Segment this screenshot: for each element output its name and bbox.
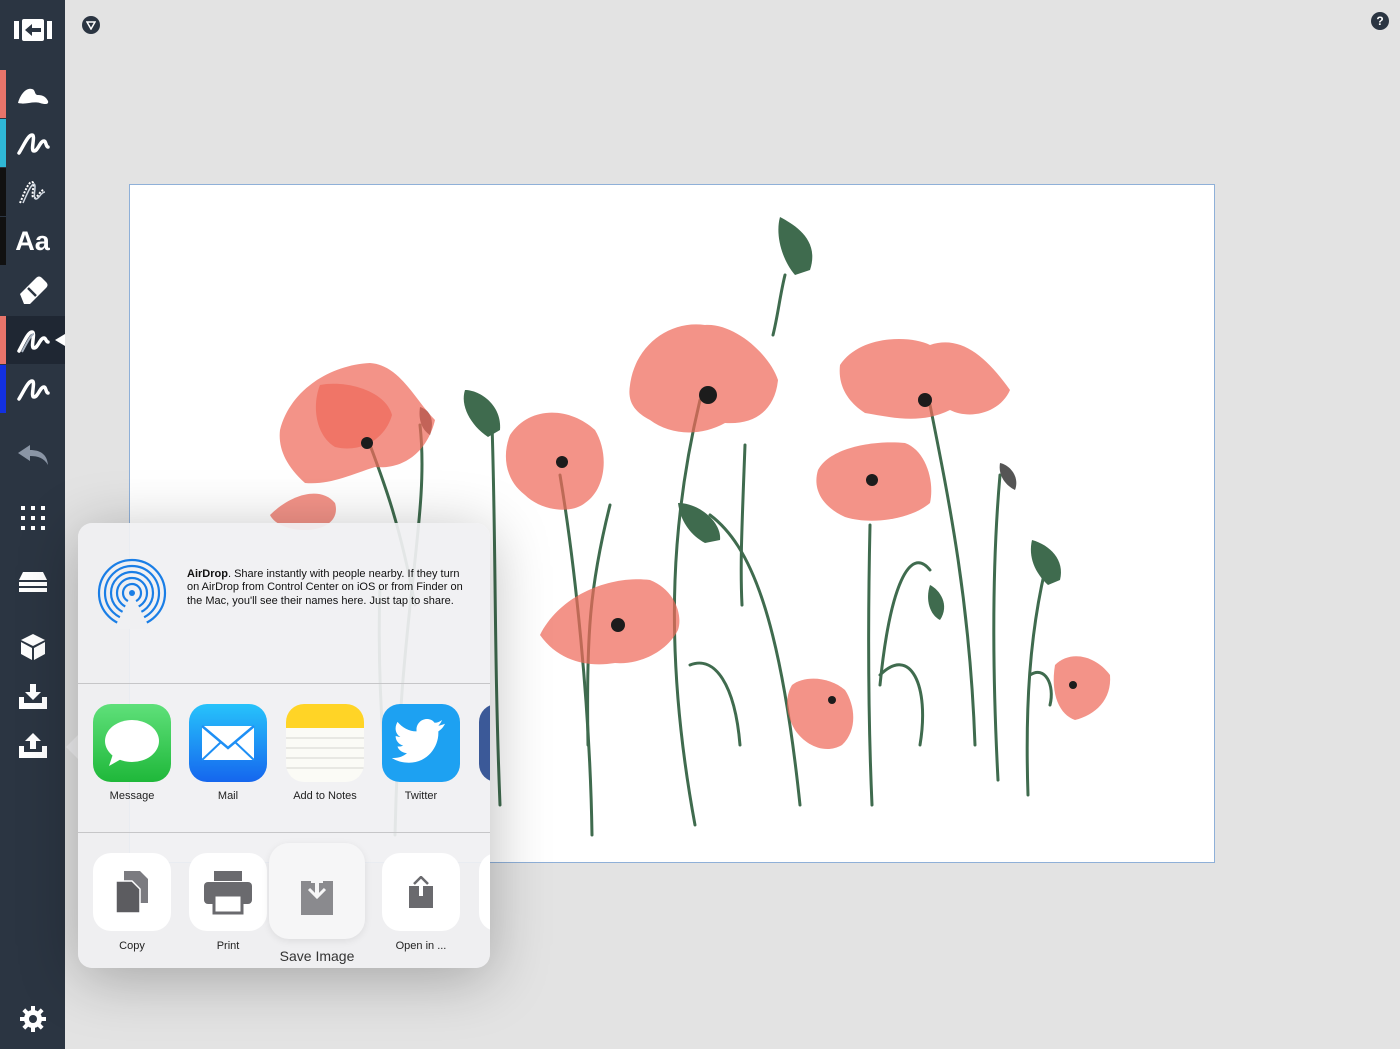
help-button[interactable]: ? [1371,12,1389,30]
layers-icon [18,572,47,592]
share-app-label: Mail [217,790,239,802]
share-app-label: Message [109,790,155,802]
help-icon: ? [1376,14,1384,28]
cube-icon [20,634,45,660]
share-app-label: Add to Notes [293,790,357,802]
import-icon [18,684,47,709]
share-action-label: Copy [119,940,145,952]
pen-tool[interactable] [0,119,65,167]
message-icon [105,720,159,766]
selected-tool-pointer [55,334,65,346]
undo-button[interactable] [0,432,65,480]
open-in-icon [409,876,433,908]
export-icon [18,733,47,758]
exit-icon [13,19,52,41]
notes-icon [286,704,364,769]
share-action-label: Open in ... [395,940,447,952]
twitter-icon [391,719,445,763]
exit-button[interactable] [0,6,65,54]
navigation-toggle[interactable] [82,16,100,34]
share-action-label: Print [216,940,240,952]
settings-button[interactable] [0,995,65,1043]
pen-icon [16,133,50,155]
brush-tool-selected[interactable] [0,316,65,364]
grid-icon [20,506,45,530]
share-action-print[interactable]: Print [189,853,267,952]
print-icon [204,871,252,915]
layers-button[interactable] [0,558,65,606]
airdrop-body: . Share instantly with people nearby. If… [187,568,463,607]
copy-icon [115,871,148,914]
share-action-open-in[interactable]: Open in ... [382,853,460,952]
chevron-down-icon [86,21,96,30]
pencil-tool[interactable] [0,168,65,216]
save-image-icon [301,867,333,915]
share-action-more-partial[interactable] [479,853,490,931]
share-sheet: AirDrop. Share instantly with people nea… [78,523,490,968]
share-app-mail[interactable]: Mail [189,704,267,802]
airdrop-icon [97,558,167,629]
eraser-icon [19,276,47,304]
brush-selected-icon [16,330,50,353]
share-sheet-arrow [66,735,78,759]
3d-button[interactable] [0,623,65,671]
mail-icon [201,725,255,761]
text-tool-label: Aa [15,225,50,256]
gallery-button[interactable] [0,494,65,542]
settings-icon [19,1006,46,1032]
share-action-copy[interactable]: Copy [93,853,171,952]
share-app-message[interactable]: Message [93,704,171,802]
text-tool[interactable]: Aa [0,217,65,265]
share-app-facebook-partial[interactable] [479,704,490,782]
brush-tool[interactable] [0,70,65,118]
import-button[interactable] [0,673,65,721]
share-app-label: Twitter [404,790,438,802]
brush-blob-icon [17,88,48,105]
share-action-label: Save Image [279,948,355,964]
separator [78,832,490,833]
share-action-save-image[interactable]: Save Image [269,843,365,964]
undo-icon [17,445,48,465]
eraser-tool[interactable] [0,266,65,314]
airdrop-description: AirDrop. Share instantly with people nea… [187,568,472,608]
share-app-notes[interactable]: Add to Notes [286,704,364,802]
export-button[interactable] [0,722,65,770]
pencil-icon [18,180,45,204]
tool-sidebar: Aa [0,0,65,1049]
pen-blue-icon [16,379,50,401]
separator [78,683,490,684]
pen-tool-blue[interactable] [0,365,65,413]
share-app-twitter[interactable]: Twitter [382,704,460,802]
airdrop-title: AirDrop [187,568,228,580]
airdrop-section[interactable]: AirDrop. Share instantly with people nea… [78,523,490,683]
